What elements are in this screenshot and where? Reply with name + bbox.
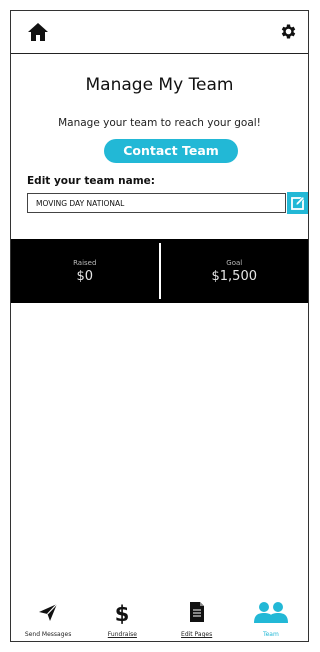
- home-button[interactable]: [27, 22, 49, 42]
- edit-team-name-label: Edit your team name:: [27, 175, 155, 187]
- fundraising-stats: Raised $0 Goal $1,500: [11, 239, 308, 303]
- goal-value: $1,500: [211, 269, 258, 284]
- team-name-input[interactable]: [27, 193, 286, 213]
- edit-team-name-button[interactable]: [287, 192, 308, 214]
- header-divider: [11, 53, 308, 54]
- nav-team[interactable]: Team: [234, 597, 308, 641]
- page-title: Manage My Team: [85, 75, 234, 95]
- settings-button[interactable]: [279, 22, 298, 41]
- contact-team-button[interactable]: Contact Team: [104, 139, 238, 163]
- nav-send-messages[interactable]: Send Messages: [11, 597, 85, 641]
- nav-team-label: Team: [262, 631, 279, 638]
- nav-fundraise[interactable]: $ Fundraise: [85, 597, 159, 641]
- bottom-nav: Send Messages $ Fundraise Edit Pages Tea…: [11, 597, 308, 641]
- app-frame: Manage My Team Manage your team to reach…: [10, 10, 309, 642]
- nav-edit-pages-label: Edit Pages: [181, 631, 213, 638]
- raised-value: $0: [76, 269, 94, 284]
- nav-fundraise-label: Fundraise: [107, 631, 137, 638]
- goal-label: Goal: [226, 259, 243, 267]
- dollar-icon: $: [115, 602, 130, 625]
- goal-stat: Goal $1,500: [161, 239, 309, 303]
- top-bar: [11, 11, 308, 51]
- nav-send-messages-label: Send Messages: [24, 631, 72, 638]
- svg-text:$: $: [115, 602, 130, 625]
- raised-label: Raised: [73, 259, 97, 267]
- edit-icon: [291, 196, 305, 210]
- team-icon: [253, 602, 288, 623]
- gear-icon: [281, 24, 296, 39]
- home-icon: [28, 23, 48, 41]
- document-icon: [189, 602, 204, 622]
- nav-edit-pages[interactable]: Edit Pages: [160, 597, 234, 641]
- raised-stat: Raised $0: [11, 239, 159, 303]
- page-subtitle: Manage your team to reach your goal!: [58, 117, 261, 129]
- send-icon: [39, 603, 58, 621]
